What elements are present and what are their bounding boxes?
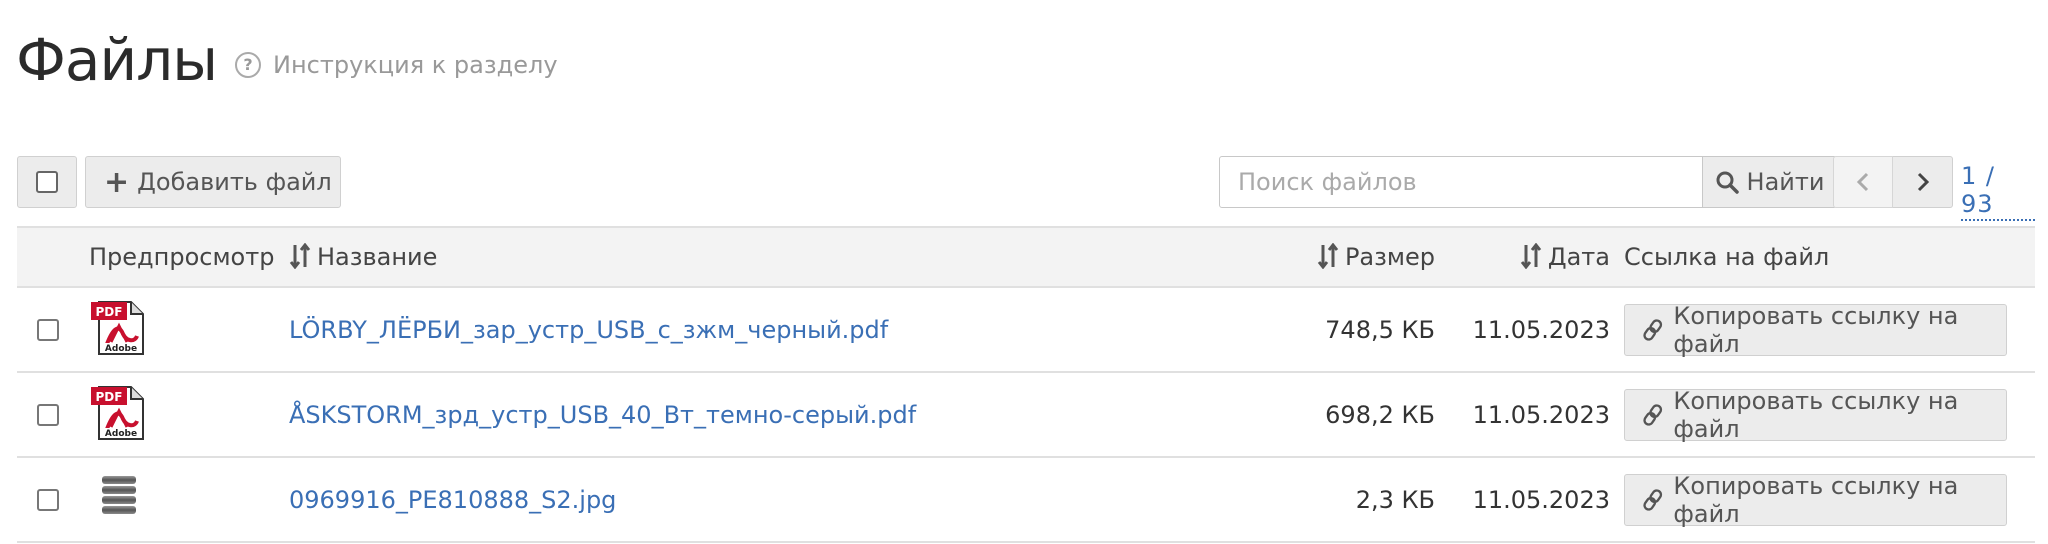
header-link: Ссылка на файл <box>1624 226 2035 288</box>
help-link-label: Инструкция к разделу <box>273 50 558 79</box>
question-circle-icon: ? <box>235 51 262 78</box>
pdf-file-icon[interactable]: PDF Adobe <box>89 298 147 356</box>
size-cell: 2,3 КБ <box>1289 456 1449 543</box>
name-cell: ÅSKSTORM_зрд_устр_USB_40_Вт_темно-серый.… <box>289 371 1289 458</box>
file-name-link[interactable]: LÖRBY_ЛЁРБИ_зар_устр_USB_с_зжм_черный.pd… <box>289 316 888 344</box>
copy-link-label: Копировать ссылку на файл <box>1673 386 1959 443</box>
help-link[interactable]: ? Инструкция к разделу <box>235 50 558 79</box>
link-cell: Копировать ссылку на файл <box>1624 456 2035 543</box>
select-all-checkbox[interactable] <box>17 156 77 208</box>
date-cell: 11.05.2023 <box>1449 371 1624 458</box>
header-check-cell <box>17 226 89 288</box>
table-row: 0969916_PE810888_S2.jpg 2,3 КБ 11.05.202… <box>17 456 2035 543</box>
sort-icon <box>289 243 311 269</box>
table-header-row: Предпросмотр Название Размер Дата Ссылка… <box>17 226 2035 288</box>
row-check-cell <box>17 371 89 458</box>
sort-icon <box>1317 243 1339 269</box>
file-name-link[interactable]: ÅSKSTORM_зрд_устр_USB_40_Вт_темно-серый.… <box>289 401 916 429</box>
row-checkbox[interactable] <box>37 318 59 341</box>
row-check-cell <box>17 456 89 543</box>
link-cell: Копировать ссылку на файл <box>1624 371 2035 458</box>
copy-link-label: Копировать ссылку на файл <box>1673 471 1959 528</box>
preview-cell: PDF Adobe <box>89 371 289 458</box>
header-date-label: Дата <box>1547 243 1610 271</box>
size-cell: 748,5 КБ <box>1289 286 1449 373</box>
search-button[interactable]: Найти <box>1703 156 1837 208</box>
prev-page-button[interactable] <box>1833 156 1893 208</box>
preview-cell: PDF Adobe <box>89 286 289 373</box>
name-cell: 0969916_PE810888_S2.jpg <box>289 456 1289 543</box>
copy-link-button[interactable]: Копировать ссылку на файл <box>1624 301 2007 358</box>
header-name-label: Название <box>317 243 438 271</box>
search-button-label: Найти <box>1746 168 1825 196</box>
files-table: Предпросмотр Название Размер Дата Ссылка… <box>17 226 2035 543</box>
preview-cell <box>89 456 289 543</box>
header-date[interactable]: Дата <box>1449 226 1624 288</box>
page-counter[interactable]: 1 / 93 <box>1961 162 2035 221</box>
size-cell: 698,2 КБ <box>1289 371 1449 458</box>
page-title: Файлы <box>16 26 218 94</box>
add-file-button[interactable]: + Добавить файл <box>85 156 341 208</box>
copy-link-button[interactable]: Копировать ссылку на файл <box>1624 386 2007 443</box>
table-row: PDF Adobe ÅSKSTORM_зрд_устр_USB_40_Вт_те… <box>17 371 2035 458</box>
search-icon <box>1716 171 1739 194</box>
link-cell: Копировать ссылку на файл <box>1624 286 2035 373</box>
copy-link-label: Копировать ссылку на файл <box>1673 301 1959 358</box>
chevron-left-icon <box>1856 172 1869 192</box>
date-cell: 11.05.2023 <box>1449 286 1624 373</box>
header-size-label: Размер <box>1344 243 1435 271</box>
page-header: Файлы ? Инструкция к разделу <box>16 26 558 94</box>
svg-text:PDF: PDF <box>96 305 123 319</box>
file-name-link[interactable]: 0969916_PE810888_S2.jpg <box>289 486 616 514</box>
add-file-label: Добавить файл <box>137 168 332 196</box>
header-size[interactable]: Размер <box>1289 226 1449 288</box>
toolbar: + Добавить файл Найти 1 / 93 <box>17 156 2035 221</box>
table-row: PDF Adobe LÖRBY_ЛЁРБИ_зар_устр_USB_с_зжм… <box>17 286 2035 373</box>
image-thumbnail-icon[interactable] <box>99 474 139 520</box>
row-check-cell <box>17 286 89 373</box>
copy-link-button[interactable]: Копировать ссылку на файл <box>1624 471 2007 528</box>
header-name[interactable]: Название <box>289 226 1289 288</box>
row-checkbox[interactable] <box>37 403 59 426</box>
next-page-button[interactable] <box>1893 156 1953 208</box>
date-cell: 11.05.2023 <box>1449 456 1624 543</box>
checkbox-box <box>36 171 58 193</box>
row-checkbox[interactable] <box>37 488 59 511</box>
link-icon <box>1643 403 1663 426</box>
pdf-file-icon[interactable]: PDF Adobe <box>89 383 147 441</box>
header-preview: Предпросмотр <box>89 226 289 288</box>
link-icon <box>1643 488 1663 511</box>
chevron-right-icon <box>1917 172 1929 192</box>
plus-icon: + <box>104 164 130 200</box>
svg-text:Adobe: Adobe <box>105 429 137 439</box>
svg-text:Adobe: Adobe <box>105 344 137 354</box>
name-cell: LÖRBY_ЛЁРБИ_зар_устр_USB_с_зжм_черный.pd… <box>289 286 1289 373</box>
svg-text:PDF: PDF <box>96 390 123 404</box>
search-input[interactable] <box>1219 156 1703 208</box>
sort-icon <box>1520 243 1542 269</box>
link-icon <box>1643 318 1663 341</box>
